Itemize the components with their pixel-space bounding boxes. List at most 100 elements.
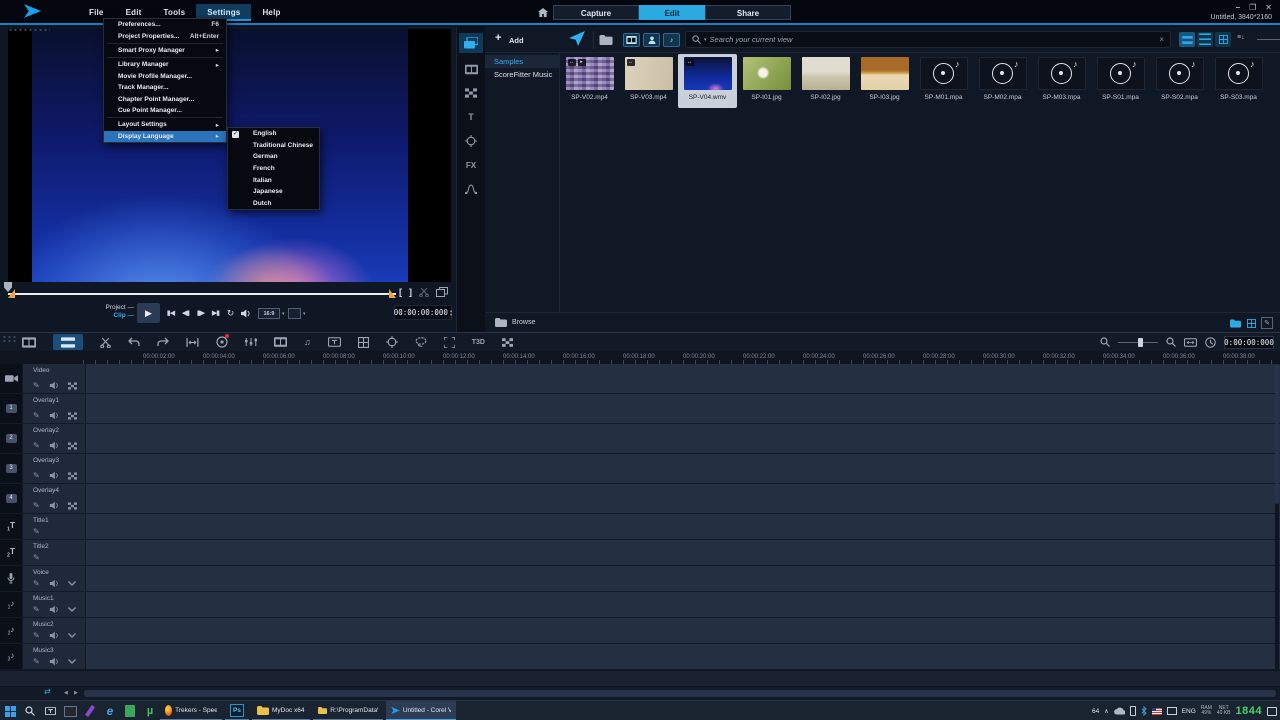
- go-start-icon[interactable]: ▮◀: [163, 304, 178, 322]
- mute-track-icon[interactable]: [49, 501, 59, 510]
- swap-tracks-icon[interactable]: ⇄: [44, 688, 51, 695]
- preview-timecode[interactable]: 00:00:00:000 ▲▼: [394, 305, 452, 320]
- track-lane[interactable]: [85, 592, 1280, 617]
- chevron-down-icon[interactable]: [68, 581, 76, 586]
- taskbar-search-icon[interactable]: [20, 701, 40, 720]
- overlay-track-icon[interactable]: 1: [0, 394, 22, 423]
- multicam-editor-icon[interactable]: [358, 334, 369, 350]
- utorrent-icon[interactable]: µ: [140, 701, 160, 720]
- enlarge-preview-icon[interactable]: [436, 287, 448, 297]
- timeline-ruler[interactable]: 00:00:02:00 00:00:04:00 00:00:06:00 00:0…: [0, 351, 1280, 364]
- edge-browser-icon[interactable]: e: [100, 701, 120, 720]
- track-header[interactable]: Overlay2 ✎: [22, 424, 85, 453]
- folder-samples[interactable]: Samples: [485, 55, 559, 68]
- mute-track-icon[interactable]: [49, 441, 59, 450]
- track-header[interactable]: Overlay4 ✎: [22, 484, 85, 513]
- track-lane[interactable]: [85, 424, 1280, 453]
- gpu-meter[interactable]: 64: [1092, 708, 1099, 715]
- split-tools-icon[interactable]: [100, 334, 111, 350]
- ripple-edit-icon[interactable]: ✎: [33, 632, 40, 640]
- auto-music-icon[interactable]: [274, 334, 287, 350]
- view-thumbnail-icon[interactable]: [1215, 32, 1231, 47]
- select-region-icon[interactable]: [444, 334, 455, 350]
- ripple-edit-icon[interactable]: ✎: [33, 606, 40, 614]
- mute-track-icon[interactable]: [49, 605, 59, 614]
- track-lane[interactable]: [85, 484, 1280, 513]
- track-lane[interactable]: [85, 618, 1280, 643]
- mute-track-icon[interactable]: [49, 579, 59, 588]
- track-lane[interactable]: [85, 540, 1280, 565]
- filter-photo-icon[interactable]: [643, 33, 660, 47]
- music-track-icon[interactable]: 1♪: [0, 592, 22, 617]
- ripple-edit-icon[interactable]: ✎: [33, 412, 40, 420]
- ripple-edit-icon[interactable]: ✎: [33, 472, 40, 480]
- mark-in-button[interactable]: [: [399, 287, 402, 297]
- category-title-icon[interactable]: T: [459, 107, 483, 127]
- aspect-ratio-select[interactable]: 16:9: [258, 308, 280, 319]
- tab-capture[interactable]: Capture: [553, 5, 639, 20]
- music-track-icon[interactable]: 2♪: [0, 618, 22, 643]
- lang-french[interactable]: French: [228, 163, 319, 175]
- add-plus-icon[interactable]: +: [495, 32, 501, 44]
- ripple-edit-icon[interactable]: ✎: [33, 502, 40, 510]
- track-lane[interactable]: [85, 644, 1280, 669]
- media-item[interactable]: ♪ SP-M01.mpa: [914, 54, 973, 108]
- ripple-edit-icon[interactable]: ✎: [33, 528, 40, 536]
- track-video[interactable]: Video ✎: [0, 364, 1280, 393]
- track-music2[interactable]: 2♪ Music2 ✎: [0, 618, 1280, 643]
- zoom-out-icon[interactable]: [1100, 337, 1110, 347]
- track-header[interactable]: Overlay3 ✎: [22, 454, 85, 483]
- track-lane[interactable]: [85, 454, 1280, 483]
- split-clip-icon[interactable]: [419, 287, 429, 297]
- media-item[interactable]: ↔ SP-V03.mp4: [619, 54, 678, 108]
- media-item[interactable]: SP-I03.jpg: [855, 54, 914, 108]
- lang-japanese[interactable]: Japanese: [228, 186, 319, 198]
- menuitem-smart-proxy-manager[interactable]: Smart Proxy Manager▸: [104, 45, 226, 56]
- motion-tracking-icon[interactable]: [386, 334, 398, 350]
- track-transparency-icon[interactable]: [68, 382, 77, 390]
- hscrollbar-thumb[interactable]: [84, 690, 1276, 697]
- track-header[interactable]: Music2 ✎: [22, 618, 85, 643]
- lang-german[interactable]: German: [228, 151, 319, 163]
- play-button[interactable]: ▶: [137, 303, 160, 323]
- lang-italian[interactable]: Italian: [228, 174, 319, 186]
- chevron-down-icon[interactable]: [68, 607, 76, 612]
- track-transparency-icon[interactable]: [68, 442, 77, 450]
- title-track-icon[interactable]: 2T: [0, 540, 22, 565]
- minimize-icon[interactable]: −: [1235, 3, 1240, 12]
- smart-music-icon[interactable]: ♫: [304, 334, 311, 350]
- menu-help[interactable]: Help: [251, 4, 291, 21]
- category-graphics-icon[interactable]: [459, 131, 483, 151]
- net-meter[interactable]: NET40 KB: [1217, 706, 1231, 716]
- taskbar-window-videostudio[interactable]: Untitled - Corel Vid...: [386, 701, 456, 720]
- media-item[interactable]: ↔▸ SP-V02.mp4: [560, 54, 619, 108]
- browse-button[interactable]: Browse: [495, 318, 535, 327]
- category-media-icon[interactable]: [459, 33, 483, 53]
- track-header[interactable]: Music3 ✎: [22, 644, 85, 669]
- menuitem-cue-point-manager[interactable]: Cue Point Manager...: [104, 105, 226, 116]
- ram-meter[interactable]: RAM49%: [1201, 706, 1212, 716]
- track-transparency-icon[interactable]: [68, 502, 77, 510]
- category-filter-fx-icon[interactable]: FX: [459, 155, 483, 175]
- project-mode-label[interactable]: Project —: [96, 304, 134, 312]
- ripple-edit-icon[interactable]: ✎: [33, 658, 40, 666]
- scroll-right-icon[interactable]: ▶: [74, 690, 78, 697]
- menuitem-chapter-point-manager[interactable]: Chapter Point Manager...: [104, 93, 226, 104]
- lang-english[interactable]: ✓English: [228, 128, 319, 140]
- search-box[interactable]: ▾ ×: [685, 31, 1171, 48]
- sound-mixer-icon[interactable]: [245, 334, 257, 350]
- menuitem-project-properties[interactable]: Project Properties...Alt+Enter: [104, 30, 226, 41]
- video-track-icon[interactable]: [0, 364, 22, 393]
- next-frame-icon[interactable]: ▮▶: [193, 304, 208, 322]
- track-music3[interactable]: 3♪ Music3 ✎: [0, 644, 1280, 669]
- system-volume-icon[interactable]: [238, 304, 253, 322]
- tray-expand-icon[interactable]: ∧: [1104, 708, 1108, 715]
- track-lane[interactable]: [85, 514, 1280, 539]
- ripple-edit-icon[interactable]: ✎: [33, 580, 40, 588]
- mute-track-icon[interactable]: [49, 411, 59, 420]
- title-track-icon[interactable]: 1T: [0, 514, 22, 539]
- music-track-icon[interactable]: 3♪: [0, 644, 22, 669]
- onedrive-icon[interactable]: [1114, 707, 1125, 715]
- search-input[interactable]: [710, 35, 1157, 44]
- fit-project-icon[interactable]: [1184, 338, 1197, 347]
